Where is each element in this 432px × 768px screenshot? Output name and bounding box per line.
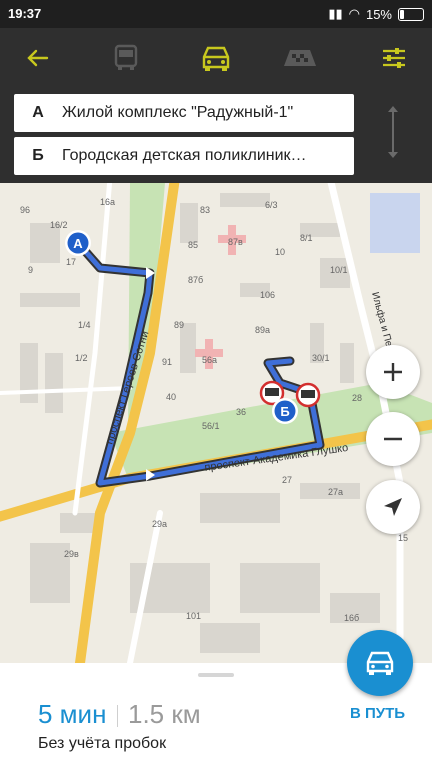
car-icon [202,46,230,71]
house-number: 27а [328,487,343,497]
marker-a[interactable]: А [65,230,91,256]
house-number: 89 [174,320,184,330]
my-location-button[interactable] [366,480,420,534]
map-view[interactable]: проспект Героев Сотни проспект Академика… [0,183,432,663]
house-number: 9 [28,265,33,275]
plus-icon [384,363,402,381]
start-route-button[interactable]: В ПУТЬ [350,705,405,722]
house-number: 1/4 [78,320,91,330]
house-number: 30/1 [312,353,330,363]
house-number: 56/1 [202,421,220,431]
house-number: 29в [64,549,79,559]
house-number: 27 [282,475,292,485]
to-value: Городская детская поликлиник… [62,147,307,164]
house-number: 28 [352,393,362,403]
house-number: 89а [255,325,270,335]
sliders-icon [383,48,405,68]
house-number: 6/3 [265,200,278,210]
taxi-order-button[interactable] [347,630,413,696]
house-number: 10/1 [330,265,348,275]
map-canvas: проспект Героев Сотни проспект Академика… [0,183,432,663]
route-from-field[interactable]: А Жилой комплекс "Радужный-1" [14,94,354,132]
marker-b[interactable]: Б [272,398,298,424]
mode-car-button[interactable] [196,38,236,78]
location-arrow-icon [384,498,402,516]
minus-icon [384,437,402,441]
wifi-icon: ◠ [348,6,360,21]
house-number: 29а [152,519,167,529]
house-number: 91 [162,357,172,367]
house-number: 16б [344,613,359,623]
route-to-field[interactable]: Б Городская детская поликлиник… [14,137,354,175]
house-number: 16а [100,197,115,207]
status-time: 19:37 [8,6,42,21]
taxi-pin-icon[interactable] [295,382,321,408]
swap-icon [388,106,398,158]
house-number: 87в [228,237,243,247]
to-letter: Б [32,147,44,164]
house-number: 36 [236,407,246,417]
taxi-icon [284,50,316,66]
house-number: 56а [202,355,217,365]
route-time: 5 мин [38,699,107,729]
house-number: 17 [66,257,76,267]
drag-handle[interactable] [198,673,234,677]
bus-icon [114,44,138,70]
route-distance: 1.5 км [128,699,201,729]
house-number: 106 [260,290,275,300]
house-number: 96 [20,205,30,215]
mode-bus-button[interactable] [106,38,146,78]
swap-route-button[interactable] [378,100,408,164]
house-number: 40 [166,392,176,402]
zoom-in-button[interactable] [366,345,420,399]
battery-text: 15% [365,6,392,22]
back-button[interactable] [18,38,58,78]
house-number: 83 [200,205,210,215]
zoom-out-button[interactable] [366,412,420,466]
status-icons: ▮▮ ◠ 15% [328,6,424,22]
arrow-left-icon [27,49,49,67]
divider [117,705,118,727]
house-number: 87б [188,275,203,285]
from-letter: А [32,104,44,121]
route-settings-button[interactable] [374,38,414,78]
house-number: 8/1 [300,233,313,243]
toolbar [0,28,432,90]
house-number: 10 [275,247,285,257]
battery-icon [398,7,424,21]
marker-a-label: А [73,236,83,251]
signal-icon: ▮▮ [328,6,343,21]
house-number: 1/2 [75,353,88,363]
house-number: 101 [186,611,201,621]
marker-b-label: Б [280,404,289,419]
house-number: 85 [188,240,198,250]
house-number: 16/2 [50,220,68,230]
from-value: Жилой комплекс "Радужный-1" [62,104,294,121]
car-front-icon [366,651,394,675]
house-number: 15 [398,533,408,543]
status-bar: 19:37 ▮▮ ◠ 15% [0,0,432,28]
traffic-note: Без учёта пробок [38,735,167,752]
mode-taxi-button[interactable] [280,38,320,78]
